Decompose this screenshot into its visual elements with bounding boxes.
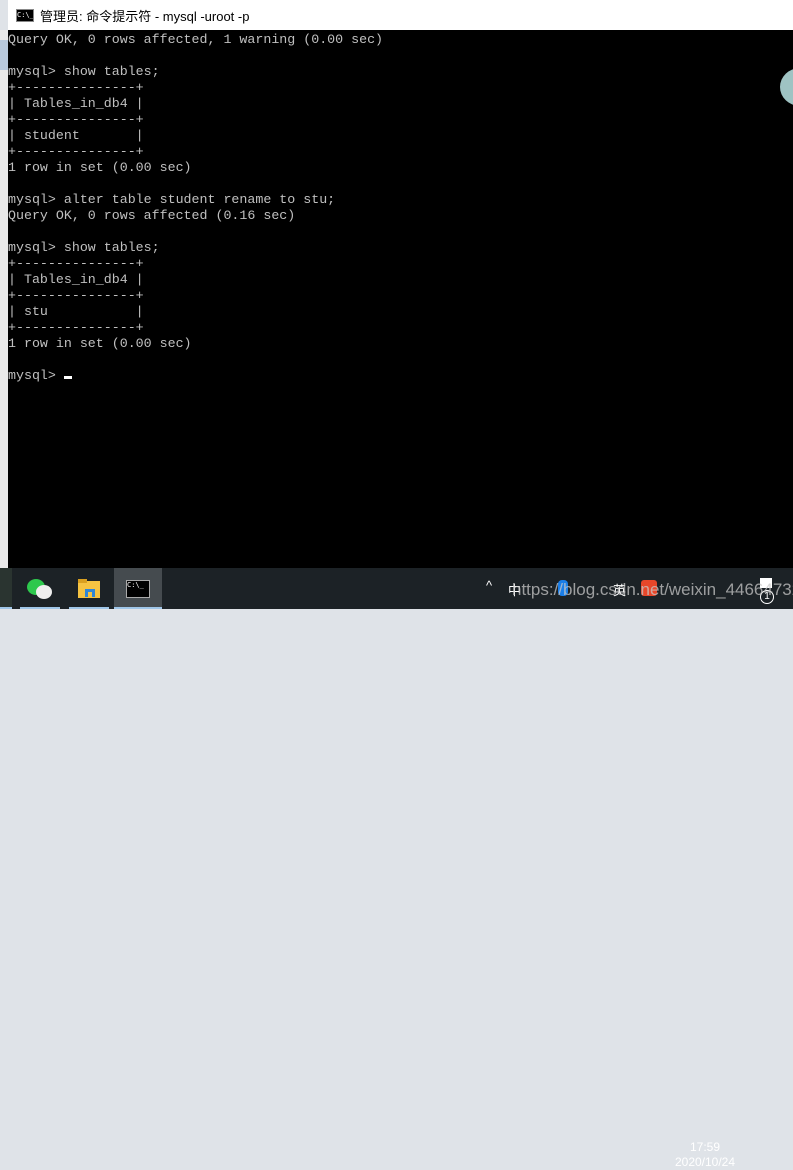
terminal-line: Query OK, 0 rows affected, 1 warning (0.… (8, 32, 384, 47)
terminal-line: 1 row in set (0.00 sec) (8, 336, 192, 351)
terminal-output[interactable]: Query OK, 0 rows affected, 1 warning (0.… (8, 32, 383, 384)
cmd-taskbar-button[interactable]: C:\_ (114, 568, 162, 609)
cmd-icon: C:\_ (126, 579, 150, 598)
file-explorer-icon[interactable] (69, 568, 109, 609)
terminal-line: mysql> (8, 368, 383, 384)
watermark: https://blog.csdn.net/weixin_44664732 (512, 580, 793, 599)
terminal-line: +---------------+ (8, 288, 144, 303)
taskbar-app-partial[interactable] (0, 568, 12, 609)
terminal-line: | Tables_in_db4 | (8, 272, 144, 287)
text-cursor (63, 376, 72, 379)
cmd-window[interactable]: C:\_ 管理员: 命令提示符 - mysql -uroot -p Query … (8, 0, 793, 568)
terminal-line: mysql> alter table student rename to stu… (8, 192, 336, 207)
terminal-line: Query OK, 0 rows affected (0.16 sec) (8, 208, 296, 223)
terminal-line: | stu | (8, 304, 144, 319)
terminal-line: +---------------+ (8, 112, 144, 127)
wechat-icon[interactable] (20, 568, 60, 609)
clock[interactable]: 17:59 2020/10/24 (670, 1140, 740, 1170)
terminal-line: mysql> show tables; (8, 64, 160, 79)
terminal-line: +---------------+ (8, 144, 144, 159)
background-highlight (0, 40, 8, 70)
terminal-line: +---------------+ (8, 320, 144, 335)
cmd-icon: C:\_ (16, 8, 34, 22)
background-window-edge (0, 30, 8, 568)
terminal-line: | Tables_in_db4 | (8, 96, 144, 111)
terminal-line: +---------------+ (8, 80, 144, 95)
show-hidden-icons-chevron[interactable]: ^ (486, 578, 492, 593)
terminal-line: | student | (8, 128, 144, 143)
terminal-line: 1 row in set (0.00 sec) (8, 160, 192, 175)
title-bar[interactable]: C:\_ 管理员: 命令提示符 - mysql -uroot -p (8, 0, 793, 30)
window-title: 管理员: 命令提示符 - mysql -uroot -p (40, 8, 250, 24)
terminal-line: +---------------+ (8, 256, 144, 271)
date: 2020/10/24 (674, 1155, 736, 1169)
terminal-line: mysql> show tables; (8, 240, 160, 255)
time: 17:59 (689, 1140, 721, 1154)
